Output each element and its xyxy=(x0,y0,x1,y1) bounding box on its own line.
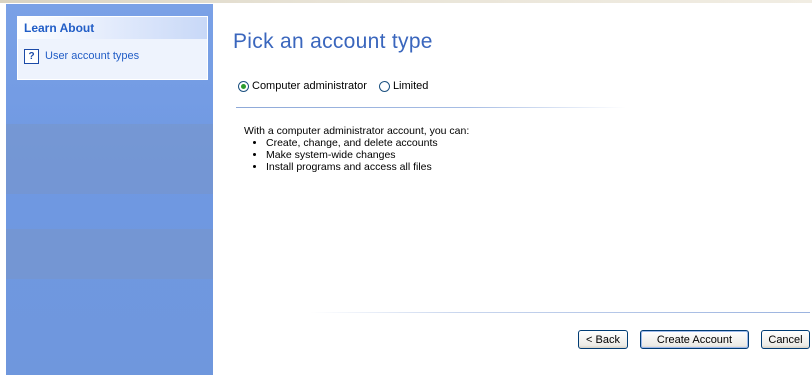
create-account-button[interactable]: Create Account xyxy=(640,330,749,349)
radio-limited[interactable]: Limited xyxy=(378,80,429,92)
learn-item-user-account-types[interactable]: ? User account types xyxy=(18,45,207,67)
list-item: Create, change, and delete accounts xyxy=(266,137,469,149)
learn-about-panel: Learn About ? User account types xyxy=(17,16,208,80)
cancel-button[interactable]: Cancel xyxy=(761,330,810,349)
radio-button-unchecked[interactable] xyxy=(378,80,390,92)
divider-bottom xyxy=(310,312,810,313)
account-type-radio-group: Computer administrator Limited xyxy=(238,80,440,92)
description-intro: With a computer administrator account, y… xyxy=(244,125,470,137)
radio-label: Computer administrator xyxy=(252,80,367,92)
learn-item-label: User account types xyxy=(45,50,140,62)
account-description: With a computer administrator account, y… xyxy=(244,125,469,173)
list-item: Make system-wide changes xyxy=(266,149,469,161)
radio-label: Limited xyxy=(392,80,429,92)
back-button[interactable]: < Back xyxy=(578,330,628,349)
radio-button-checked[interactable] xyxy=(238,80,249,92)
capabilities-list: Create, change, and delete accounts Make… xyxy=(244,137,469,173)
sidebar-band xyxy=(6,229,213,279)
page-title: Pick an account type xyxy=(233,30,433,53)
sidebar-band xyxy=(6,124,213,194)
user-accounts-window: Learn About ? User account types Pick an… xyxy=(0,0,812,375)
learn-about-header: Learn About xyxy=(18,17,207,39)
radio-computer-administrator[interactable]: Computer administrator xyxy=(238,80,367,92)
list-item: Install programs and access all files xyxy=(266,161,469,173)
sidebar: Learn About ? User account types xyxy=(6,4,213,375)
window-top-strip xyxy=(0,0,812,3)
help-icon: ? xyxy=(24,48,39,64)
divider-top xyxy=(236,107,626,108)
